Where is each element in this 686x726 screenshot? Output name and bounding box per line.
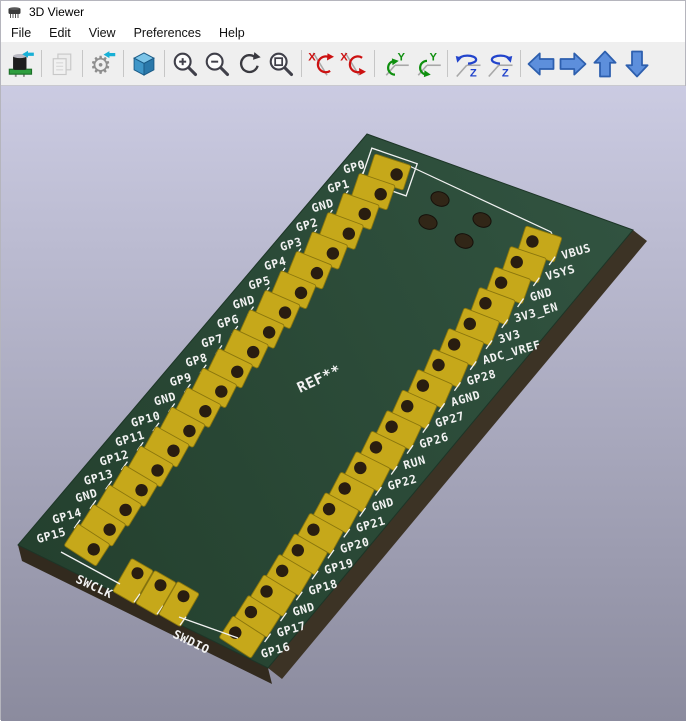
- 3d-viewer-window: 3D Viewer FileEditViewPreferencesHelp ⚙: [0, 0, 686, 720]
- menu-bar: FileEditViewPreferencesHelp: [1, 23, 685, 42]
- rotate-y-ccw-icon: Y: [412, 49, 442, 79]
- arrow-right-icon: [558, 49, 588, 79]
- rotate-y-cw-icon: Y: [380, 49, 410, 79]
- menu-view[interactable]: View: [80, 25, 125, 42]
- svg-text:Z: Z: [502, 67, 509, 79]
- toolbar-separator: [164, 50, 165, 77]
- rotate-z-counterclockwise-button[interactable]: Z: [484, 48, 516, 80]
- copy-icon: [48, 50, 76, 78]
- move-down-button[interactable]: [621, 48, 653, 80]
- svg-text:Z: Z: [470, 67, 477, 79]
- toolbar-separator: [301, 50, 302, 77]
- toolbar-separator: [520, 50, 521, 77]
- copy-image-button[interactable]: [46, 48, 78, 80]
- viewport-3d[interactable]: GP0GP1GNDGP2GP3GP4GP5GNDGP6GP7GP8GP9GNDG…: [1, 86, 686, 721]
- rotate-y-clockwise-button[interactable]: Y: [379, 48, 411, 80]
- toolbar-separator: [82, 50, 83, 77]
- zoom-to-fit-button[interactable]: [265, 48, 297, 80]
- rotate-y-counterclockwise-button[interactable]: Y: [411, 48, 443, 80]
- svg-text:Y: Y: [398, 51, 406, 63]
- toolbar-separator: [41, 50, 42, 77]
- redraw-icon: [235, 50, 263, 78]
- rotate-z-cw-icon: Z: [453, 49, 483, 79]
- toolbar: ⚙ X X Y Y: [1, 42, 685, 86]
- zoom-out-button[interactable]: [201, 48, 233, 80]
- toolbar-separator: [123, 50, 124, 77]
- toolbar-separator: [374, 50, 375, 77]
- ic-chip-icon: [7, 5, 23, 19]
- rotate-z-clockwise-button[interactable]: Z: [452, 48, 484, 80]
- toolbar-separator: [447, 50, 448, 77]
- arrow-up-icon: [590, 49, 620, 79]
- gear-arrow-icon: ⚙: [89, 50, 117, 78]
- move-left-button[interactable]: [525, 48, 557, 80]
- rotate-z-ccw-icon: Z: [485, 49, 515, 79]
- pcb-reload-icon: [7, 50, 35, 78]
- viewport-container: GP0GP1GNDGP2GP3GP4GP5GNDGP6GP7GP8GP9GNDG…: [1, 86, 685, 721]
- menu-edit[interactable]: Edit: [40, 25, 80, 42]
- menu-file[interactable]: File: [2, 25, 40, 42]
- move-up-button[interactable]: [589, 48, 621, 80]
- zoom-fit-icon: [267, 50, 295, 78]
- rotate-x-clockwise-button[interactable]: X: [306, 48, 338, 80]
- rotate-x-cw-icon: X: [307, 49, 337, 79]
- title-bar: 3D Viewer: [1, 1, 685, 23]
- zoom-in-button[interactable]: [169, 48, 201, 80]
- zoom-in-icon: [171, 50, 199, 78]
- menu-help[interactable]: Help: [210, 25, 254, 42]
- zoom-out-icon: [203, 50, 231, 78]
- window-title: 3D Viewer: [29, 5, 84, 19]
- menu-preferences[interactable]: Preferences: [125, 25, 210, 42]
- rotate-x-ccw-icon: X: [339, 49, 369, 79]
- rotate-x-counterclockwise-button[interactable]: X: [338, 48, 370, 80]
- render-options-button[interactable]: ⚙: [87, 48, 119, 80]
- reload-board-button[interactable]: [5, 48, 37, 80]
- redraw-button[interactable]: [233, 48, 265, 80]
- arrow-down-icon: [622, 49, 652, 79]
- projection-cube-button[interactable]: [128, 48, 160, 80]
- svg-text:Y: Y: [430, 51, 438, 63]
- svg-text:X: X: [308, 51, 316, 63]
- cube-3d-icon: [130, 50, 158, 78]
- svg-text:X: X: [340, 51, 348, 63]
- arrow-left-icon: [526, 49, 556, 79]
- move-right-button[interactable]: [557, 48, 589, 80]
